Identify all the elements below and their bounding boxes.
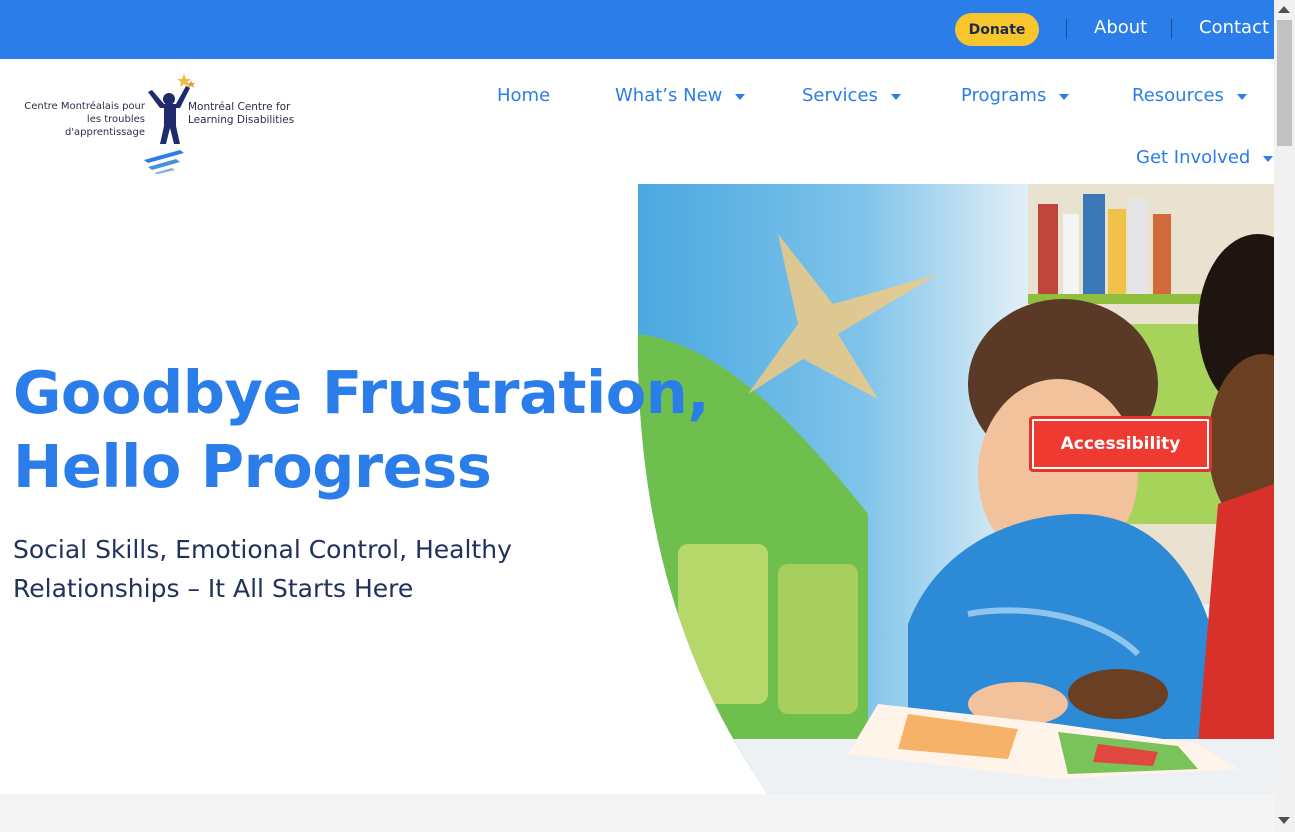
nav-item-label: Home [497,85,551,106]
next-section-strip [0,794,1274,832]
scroll-down-icon[interactable] [1278,817,1290,824]
nav-item-whats-new[interactable]: What’s New [615,85,746,106]
nav-item-label: Programs [961,85,1047,106]
nav-item-services[interactable]: Services [802,85,901,106]
nav-item-label: Resources [1132,85,1224,106]
hero-heading-line: Hello Progress [13,432,492,501]
caret-down-icon [735,93,746,100]
site-logo[interactable]: Centre Montréalais pour les troubles d'a… [10,70,310,174]
nav-item-resources[interactable]: Resources [1132,85,1247,106]
logo-french-name: Centre Montréalais pour les troubles d'a… [10,100,145,139]
hero-subheading: Social Skills, Emotional Control, Health… [13,530,573,608]
top-bar-divider [1171,19,1172,39]
scroll-up-icon[interactable] [1278,6,1290,13]
donate-button[interactable]: Donate [955,13,1039,46]
hero-image [638,184,1274,794]
hero-heading-line: Goodbye Frustration, [13,358,710,427]
hero-heading: Goodbye Frustration, Hello Progress [13,356,710,504]
caret-down-icon [1236,93,1247,100]
caret-down-icon [1263,155,1274,162]
logo-english-line: Learning Disabilities [188,114,295,126]
logo-french-line: Centre Montréalais pour [24,101,145,112]
accessibility-label: Accessibility [1034,421,1207,467]
top-bar-divider [1066,19,1067,39]
nav-item-programs[interactable]: Programs [961,85,1070,106]
contact-link[interactable]: Contact [1199,17,1269,38]
accessibility-button[interactable]: Accessibility [1029,416,1212,472]
logo-english-line: Montréal Centre for [188,101,291,113]
nav-item-label: Services [802,85,878,106]
logo-french-line: les troubles d'apprentissage [64,114,145,138]
logo-english-name: Montréal Centre for Learning Disabilitie… [188,101,294,127]
caret-down-icon [890,93,901,100]
nav-item-label: Get Involved [1136,147,1251,168]
scrollbar-thumb[interactable] [1277,20,1292,146]
hero-subheading-line: Social Skills, Emotional Control, Health… [13,535,512,564]
hero-subheading-line: Relationships – It All Starts Here [13,574,414,603]
hero-classroom-photo [638,184,1274,794]
nav-item-home[interactable]: Home [497,85,550,106]
top-bar: Donate About Contact [0,0,1274,59]
about-link[interactable]: About [1094,17,1147,38]
nav-item-get-involved[interactable]: Get Involved [1136,147,1274,168]
nav-item-label: What’s New [615,85,723,106]
caret-down-icon [1059,93,1070,100]
